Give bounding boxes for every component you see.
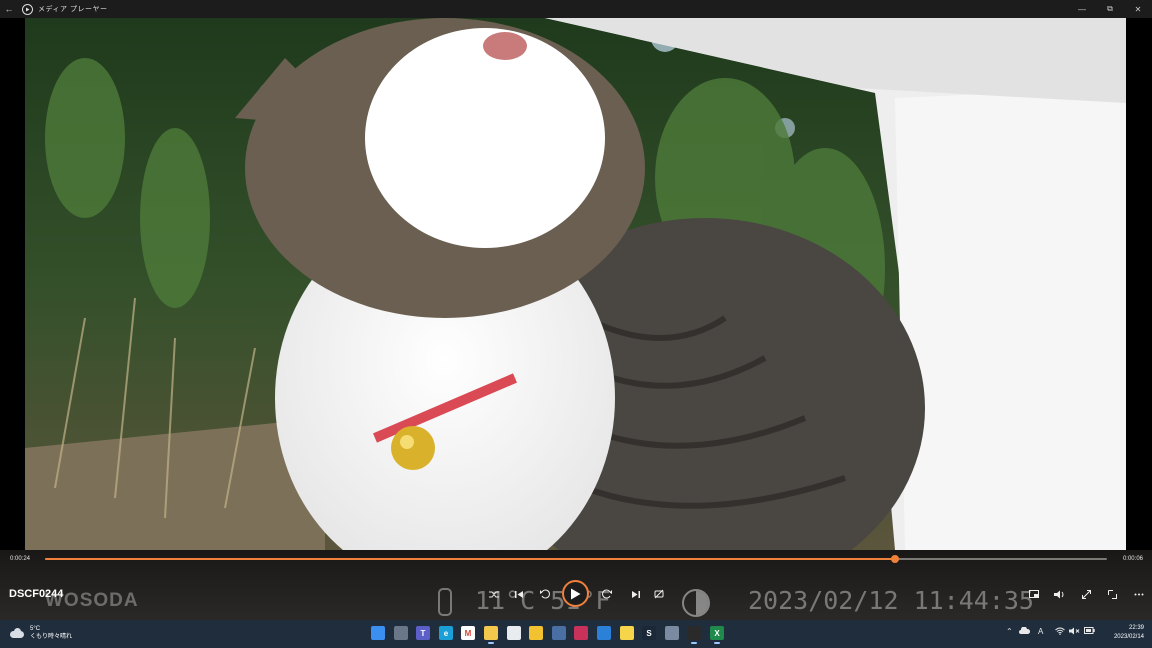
file-name: DSCF0244: [9, 588, 64, 600]
weather-widget[interactable]: 5°C くもり時々晴れ: [10, 625, 72, 641]
rewind-10-icon[interactable]: [538, 588, 552, 600]
weather-temperature: 5°C: [30, 626, 41, 632]
volume-mute-icon[interactable]: [1069, 627, 1080, 637]
moon-phase-icon: [682, 589, 710, 617]
taskbar-app-task-view[interactable]: [394, 626, 408, 640]
taskbar-app-teams[interactable]: T: [416, 626, 430, 640]
close-icon[interactable]: ✕: [1124, 5, 1152, 14]
taskbar-app-media-player[interactable]: [687, 626, 701, 644]
media-player-app-icon: [22, 3, 33, 15]
window-title: メディア プレーヤー: [38, 6, 108, 13]
current-time: 0:00:24: [10, 556, 31, 562]
taskbar-app-start[interactable]: [371, 626, 385, 640]
onedrive-icon[interactable]: [1019, 626, 1031, 636]
chevron-up-icon[interactable]: ⌃: [1006, 627, 1013, 636]
minimize-icon[interactable]: —: [1068, 5, 1096, 14]
clock-date: 2023/02/14: [1113, 634, 1144, 640]
video-frame[interactable]: [25, 18, 1126, 550]
battery-icon[interactable]: [1084, 627, 1095, 636]
forward-30-icon[interactable]: [600, 588, 614, 600]
more-icon[interactable]: [1132, 588, 1146, 600]
play-icon: [571, 588, 581, 599]
seek-bar-thumb[interactable]: [890, 555, 899, 563]
previous-icon[interactable]: [512, 588, 526, 600]
weather-condition: くもり時々晴れ: [30, 634, 73, 640]
restore-icon[interactable]: ⧉: [1096, 4, 1124, 14]
taskbar-app-mail[interactable]: [597, 626, 611, 640]
taskbar-app-excel[interactable]: X: [710, 626, 724, 644]
taskbar-clock[interactable]: 22:39 2023/02/14: [1114, 624, 1144, 642]
remaining-time: 0:00:06: [1122, 556, 1143, 562]
taskbar-app-chrome[interactable]: [529, 626, 543, 640]
taskbar-app-calculator[interactable]: [552, 626, 566, 640]
taskbar-app-file-explorer[interactable]: [484, 626, 498, 644]
taskbar-app-edge[interactable]: e: [439, 626, 453, 640]
volume-icon[interactable]: [1052, 588, 1066, 600]
taskbar-app-gmail[interactable]: M: [461, 626, 475, 640]
aspect-ratio-icon[interactable]: [1105, 588, 1119, 600]
video-image: [25, 18, 1126, 550]
ime-icon[interactable]: A: [1038, 627, 1043, 636]
back-arrow-icon[interactable]: ←: [0, 4, 18, 14]
thermometer-icon: [438, 588, 452, 616]
taskbar-app-settings[interactable]: [665, 626, 679, 640]
taskbar-app-steam[interactable]: S: [642, 626, 656, 640]
repeat-icon[interactable]: [652, 588, 666, 600]
shuffle-icon[interactable]: [487, 588, 501, 600]
clock-time: 22:39: [1128, 625, 1144, 631]
title-bar: ← メディア プレーヤー — ⧉ ✕: [0, 0, 1152, 18]
taskbar-app-sticky-notes[interactable]: [620, 626, 634, 640]
next-icon[interactable]: [628, 588, 642, 600]
taskbar-app-dropbox-drop[interactable]: [574, 626, 588, 640]
taskbar-app-store[interactable]: [507, 626, 521, 640]
seek-bar-progress: [45, 558, 895, 560]
cloud-icon: [10, 627, 26, 639]
fullscreen-icon[interactable]: [1079, 588, 1093, 600]
seek-bar[interactable]: [45, 555, 1107, 563]
wifi-icon[interactable]: [1055, 627, 1065, 637]
miniplayer-icon[interactable]: [1027, 588, 1041, 600]
camera-datetime-stamp: 2023/02/12 11:44:35: [748, 586, 1034, 615]
play-button[interactable]: [562, 580, 589, 607]
